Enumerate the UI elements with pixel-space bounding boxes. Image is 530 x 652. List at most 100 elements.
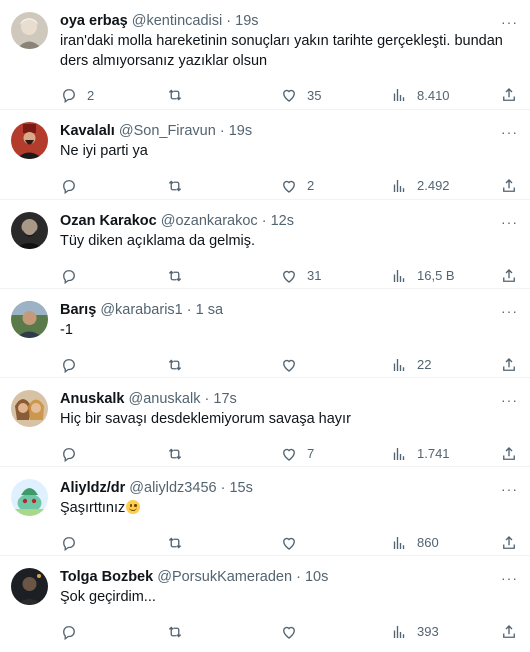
views-button[interactable]: 16,5 B bbox=[390, 266, 455, 286]
timestamp[interactable]: 19s bbox=[229, 123, 252, 139]
retweet-button[interactable] bbox=[166, 444, 193, 464]
retweet-icon bbox=[166, 177, 184, 195]
views-button[interactable]: 860 bbox=[390, 533, 439, 553]
tweet-text: Tüy diken açıklama da gelmiş. bbox=[60, 233, 256, 249]
views-button[interactable]: 393 bbox=[390, 622, 439, 642]
timestamp[interactable]: 19s bbox=[235, 13, 258, 29]
display-name[interactable]: Kavalalı bbox=[60, 123, 115, 139]
display-name[interactable]: Ozan Karakoc bbox=[60, 213, 157, 229]
display-name[interactable]: Anuskalk bbox=[60, 391, 124, 407]
more-options-icon[interactable]: ··· bbox=[501, 303, 518, 319]
views-button[interactable]: 2.492 bbox=[390, 176, 450, 196]
like-button[interactable]: 31 bbox=[280, 266, 321, 286]
display-name[interactable]: Aliyldz/dr bbox=[60, 480, 125, 496]
user-handle[interactable]: @Son_Firavun bbox=[119, 123, 216, 139]
like-button[interactable]: 35 bbox=[280, 85, 321, 105]
share-button[interactable] bbox=[500, 533, 518, 553]
avatar[interactable] bbox=[11, 122, 48, 159]
share-icon bbox=[500, 623, 518, 641]
tweet-text: Şaşırttınız bbox=[60, 499, 518, 519]
retweet-button[interactable] bbox=[166, 85, 193, 105]
tweet-item[interactable]: Tolga Bozbek @PorsukKameraden · 10s ··· … bbox=[0, 556, 530, 643]
tweet-item[interactable]: Kavalalı @Son_Firavun · 19s ··· Ne iyi p… bbox=[0, 110, 530, 200]
display-name[interactable]: Barış bbox=[60, 302, 96, 318]
more-options-icon[interactable]: ··· bbox=[501, 14, 518, 30]
view-count: 2.492 bbox=[417, 178, 450, 193]
share-icon bbox=[500, 534, 518, 552]
display-name[interactable]: Tolga Bozbek bbox=[60, 569, 153, 585]
avatar[interactable] bbox=[11, 390, 48, 427]
user-handle[interactable]: @karabaris1 bbox=[100, 302, 182, 318]
timestamp[interactable]: 15s bbox=[229, 480, 252, 496]
share-button[interactable] bbox=[500, 622, 518, 642]
share-button[interactable] bbox=[500, 444, 518, 464]
timestamp[interactable]: 17s bbox=[213, 391, 236, 407]
reply-feed: oya erbaş @kentincadisi · 19s ··· iran'd… bbox=[0, 0, 530, 643]
views-button[interactable]: 8.410 bbox=[390, 85, 450, 105]
user-handle[interactable]: @kentincadisi bbox=[132, 13, 222, 29]
more-options-icon[interactable]: ··· bbox=[501, 570, 518, 586]
more-options-icon[interactable]: ··· bbox=[501, 124, 518, 140]
like-button[interactable]: 2 bbox=[280, 176, 314, 196]
reply-icon bbox=[60, 177, 78, 195]
timestamp[interactable]: 1 sa bbox=[196, 302, 223, 318]
bar-chart-icon bbox=[390, 623, 408, 641]
retweet-icon bbox=[166, 623, 184, 641]
user-handle[interactable]: @aliyldz3456 bbox=[129, 480, 216, 496]
like-count: 7 bbox=[307, 446, 315, 461]
like-count: 2 bbox=[307, 178, 315, 193]
timestamp[interactable]: 12s bbox=[271, 213, 294, 229]
like-button[interactable] bbox=[280, 533, 307, 553]
user-handle[interactable]: @ozankarakoc bbox=[161, 213, 258, 229]
share-icon bbox=[500, 177, 518, 195]
display-name[interactable]: oya erbaş bbox=[60, 13, 128, 29]
user-handle[interactable]: @PorsukKameraden bbox=[157, 569, 292, 585]
share-icon bbox=[500, 86, 518, 104]
retweet-button[interactable] bbox=[166, 176, 193, 196]
tweet-text: Şok geçirdim... bbox=[60, 589, 156, 605]
tweet-item[interactable]: Aliyldz/dr @aliyldz3456 · 15s ··· Şaşırt… bbox=[0, 467, 530, 556]
avatar[interactable] bbox=[11, 212, 48, 249]
reply-icon bbox=[60, 445, 78, 463]
like-button[interactable] bbox=[280, 622, 307, 642]
tweet-item[interactable]: Ozan Karakoc @ozankarakoc · 12s ··· Tüy … bbox=[0, 200, 530, 289]
more-options-icon[interactable]: ··· bbox=[501, 392, 518, 408]
share-icon bbox=[500, 267, 518, 285]
more-options-icon[interactable]: ··· bbox=[501, 214, 518, 230]
like-button[interactable]: 7 bbox=[280, 444, 314, 464]
tweet-item[interactable]: oya erbaş @kentincadisi · 19s ··· iran'd… bbox=[0, 0, 530, 110]
share-button[interactable] bbox=[500, 266, 518, 286]
avatar[interactable] bbox=[11, 568, 48, 605]
views-button[interactable]: 1.741 bbox=[390, 444, 450, 464]
tweet-item[interactable]: Anuskalk @anuskalk · 17s ··· Hiç bir sav… bbox=[0, 378, 530, 467]
retweet-button[interactable] bbox=[166, 355, 193, 375]
smiling-face-emoji-icon bbox=[126, 500, 141, 514]
avatar[interactable] bbox=[11, 12, 48, 49]
reply-button[interactable]: 2 bbox=[60, 85, 94, 105]
retweet-button[interactable] bbox=[166, 266, 193, 286]
reply-button[interactable] bbox=[60, 176, 87, 196]
user-handle[interactable]: @anuskalk bbox=[129, 391, 201, 407]
like-button[interactable] bbox=[280, 355, 307, 375]
reply-button[interactable] bbox=[60, 622, 87, 642]
tweet-item[interactable]: Barış @karabaris1 · 1 sa ··· -1 22 bbox=[0, 289, 530, 378]
views-button[interactable]: 22 bbox=[390, 355, 431, 375]
timestamp[interactable]: 10s bbox=[305, 569, 328, 585]
share-button[interactable] bbox=[500, 85, 518, 105]
reply-icon bbox=[60, 356, 78, 374]
avatar[interactable] bbox=[11, 479, 48, 516]
bar-chart-icon bbox=[390, 356, 408, 374]
avatar[interactable] bbox=[11, 301, 48, 338]
retweet-icon bbox=[166, 534, 184, 552]
retweet-button[interactable] bbox=[166, 622, 193, 642]
retweet-icon bbox=[166, 267, 184, 285]
retweet-icon bbox=[166, 356, 184, 374]
reply-button[interactable] bbox=[60, 533, 87, 553]
more-options-icon[interactable]: ··· bbox=[501, 481, 518, 497]
reply-button[interactable] bbox=[60, 266, 87, 286]
retweet-button[interactable] bbox=[166, 533, 193, 553]
reply-button[interactable] bbox=[60, 355, 87, 375]
reply-button[interactable] bbox=[60, 444, 87, 464]
share-button[interactable] bbox=[500, 176, 518, 196]
share-button[interactable] bbox=[500, 355, 518, 375]
